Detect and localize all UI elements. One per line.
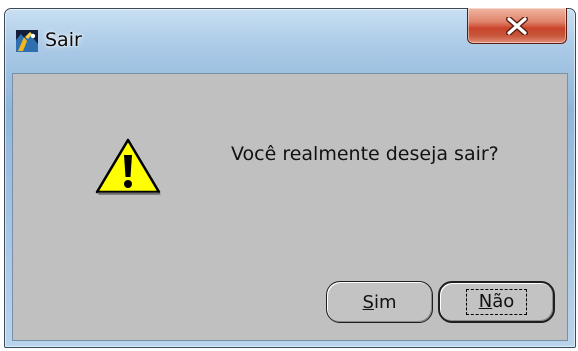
window-title: Sair [45,29,82,51]
yes-button-label: im [373,291,397,313]
no-button[interactable]: Não [438,281,555,323]
dialog-body: Você realmente deseja sair? Sim Não [12,73,568,341]
close-icon [506,16,528,35]
app-logo-icon [16,30,38,52]
close-button[interactable] [467,8,567,44]
yes-button-mnemonic: S [362,291,374,313]
no-button-mnemonic: N [478,291,493,312]
focus-indicator: Não [465,289,528,315]
yes-button[interactable]: Sim [326,281,433,323]
confirmation-message: Você realmente deseja sair? [231,143,499,165]
no-button-label: ão [492,291,515,312]
title-bar[interactable]: Sair [5,8,575,73]
dialog-window: Sair Você realmente deseja sair? Sim Não [4,8,576,348]
warning-icon [95,137,161,195]
